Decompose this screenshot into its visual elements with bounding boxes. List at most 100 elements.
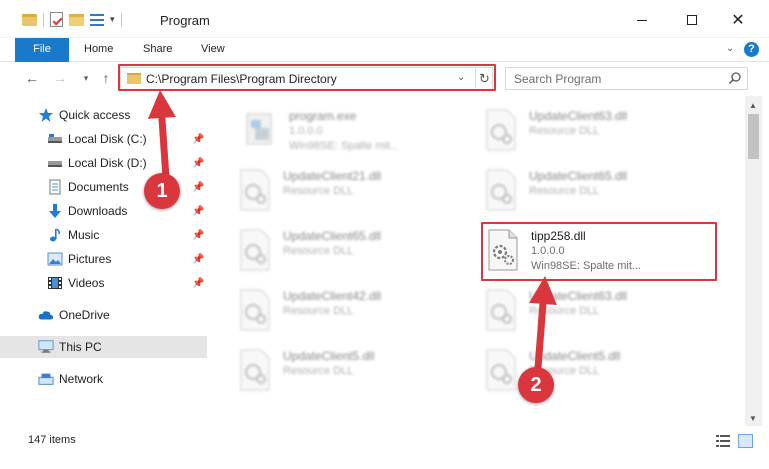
file-item[interactable]: UpdateClient65.dll Resource DLL	[237, 226, 477, 282]
file-item[interactable]: UpdateClient63.dll Resource DLL	[483, 286, 723, 342]
sidebar-item-quick-access[interactable]: Quick access	[0, 104, 207, 126]
ribbon: File Home Share View ⌄ ?	[0, 38, 769, 94]
customize-toolbar-icon[interactable]: ▾	[110, 14, 115, 25]
file-description: Win98SE: Spalte mit...	[289, 140, 400, 152]
minimize-icon	[637, 19, 647, 21]
callout-badge-one: 1	[144, 173, 180, 209]
address-path[interactable]: C:\Program Files\Program Directory	[146, 72, 337, 86]
file-name: UpdateClient65.dll	[283, 229, 382, 243]
sidebar-item-label: This PC	[59, 340, 102, 354]
pin-icon[interactable]: 📌	[192, 254, 204, 265]
sidebar-item-local-disk-d[interactable]: Local Disk (D:) 📌	[0, 152, 207, 174]
sidebar-item-label: OneDrive	[59, 308, 110, 322]
dll-file-icon	[240, 169, 270, 211]
status-bar: 147 items	[0, 426, 769, 454]
sidebar-item-local-disk-c[interactable]: Local Disk (C:) 📌	[0, 128, 207, 150]
sidebar-item-videos[interactable]: Videos 📌	[0, 272, 207, 294]
expand-ribbon-icon[interactable]: ⌄	[726, 43, 734, 54]
sidebar-item-label: Documents	[68, 180, 129, 194]
sidebar-item-label: Network	[59, 372, 104, 386]
file-type: Resource DLL	[283, 305, 354, 317]
sidebar-item-pictures[interactable]: Pictures 📌	[0, 248, 207, 270]
callout-badge-two: 2	[518, 367, 554, 403]
address-bar[interactable]: C:\Program Files\Program Directory ⌄ ↻	[120, 67, 493, 90]
close-button[interactable]: ✕	[716, 6, 760, 34]
sidebar-item-label: Downloads	[68, 204, 128, 218]
computer-icon	[38, 339, 54, 355]
up-button[interactable]: ↑	[98, 70, 114, 86]
file-version: 1.0.0.0	[531, 245, 565, 257]
file-name: UpdateClient42.dll	[283, 289, 382, 303]
folder-icon	[22, 13, 37, 26]
drive-icon	[47, 131, 63, 147]
pin-icon[interactable]: 📌	[192, 230, 204, 241]
file-name: UpdateClient5.dll	[529, 349, 621, 363]
file-name: UpdateClient21.dll	[283, 169, 382, 183]
maximize-button[interactable]	[670, 6, 714, 34]
navigation-bar: ← → ▾ ↑ C:\Program Files\Program Directo…	[0, 62, 769, 96]
details-view-icon[interactable]	[716, 435, 730, 447]
file-version: 1.0.0.0	[289, 125, 323, 137]
tab-home[interactable]: Home	[84, 38, 113, 62]
file-description: Win98SE: Spalte mit...	[531, 260, 642, 272]
toolbar-divider	[43, 12, 44, 27]
tiles-view-icon[interactable]	[738, 434, 753, 448]
pin-icon[interactable]: 📌	[192, 206, 204, 217]
pin-icon[interactable]: 📌	[192, 182, 204, 193]
toolbar-divider	[120, 12, 122, 27]
search-input[interactable]	[514, 71, 724, 86]
file-type: Resource DLL	[529, 305, 600, 317]
file-type: Resource DLL	[283, 245, 354, 257]
back-button[interactable]: ←	[24, 70, 40, 86]
star-icon	[38, 107, 54, 123]
documents-icon	[47, 179, 63, 195]
file-item[interactable]: UpdateClient5.dll Resource DLL	[237, 346, 477, 402]
search-box[interactable]	[505, 67, 748, 90]
file-item-tipp258[interactable]: tipp258.dll 1.0.0.0 Win98SE: Spalte mit.…	[485, 226, 725, 282]
dll-file-icon	[240, 349, 270, 391]
file-item[interactable]: UpdateClient63.dll Resource DLL	[483, 106, 723, 162]
refresh-icon[interactable]: ↻	[475, 69, 493, 88]
tab-view[interactable]: View	[201, 38, 225, 62]
help-icon[interactable]: ?	[744, 42, 759, 57]
file-list: program.exe 1.0.0.0 Win98SE: Spalte mit.…	[209, 96, 745, 416]
file-name: UpdateClient65.dll	[529, 169, 628, 183]
dll-file-icon	[486, 109, 516, 151]
scroll-down-icon[interactable]: ▼	[749, 414, 757, 423]
recent-locations-icon[interactable]: ▾	[78, 70, 94, 86]
pin-icon[interactable]: 📌	[192, 278, 204, 289]
minimize-button[interactable]	[620, 6, 664, 34]
tab-share[interactable]: Share	[143, 38, 172, 62]
sidebar-item-network[interactable]: Network	[0, 368, 207, 390]
search-icon[interactable]	[728, 71, 742, 85]
folder-icon	[127, 73, 141, 84]
file-item[interactable]: UpdateClient42.dll Resource DLL	[237, 286, 477, 342]
music-icon	[47, 227, 63, 243]
file-item[interactable]: UpdateClient5.dll Resource DLL	[483, 346, 723, 402]
sidebar-item-label: Videos	[68, 276, 105, 290]
scrollbar-thumb[interactable]	[748, 114, 759, 159]
file-item[interactable]: UpdateClient65.dll Resource DLL	[483, 166, 723, 222]
sidebar-item-label: Quick access	[59, 108, 131, 122]
dll-file-icon	[240, 229, 270, 271]
vertical-scrollbar[interactable]: ▲ ▼	[745, 96, 762, 426]
title-bar: ▾ Program ✕	[0, 0, 769, 38]
scroll-up-icon[interactable]: ▲	[749, 101, 757, 110]
sidebar-item-onedrive[interactable]: OneDrive	[0, 304, 207, 326]
chevron-down-icon[interactable]: ⌄	[457, 72, 465, 83]
pin-icon[interactable]: 📌	[192, 158, 204, 169]
file-item[interactable]: program.exe 1.0.0.0 Win98SE: Spalte mit.…	[243, 106, 483, 162]
sidebar-item-this-pc[interactable]: This PC	[0, 336, 207, 358]
forward-button[interactable]: →	[52, 70, 68, 86]
properties-icon[interactable]	[50, 12, 63, 27]
sidebar-item-label: Local Disk (D:)	[68, 156, 147, 170]
dll-file-icon	[488, 229, 518, 271]
drive-icon	[47, 155, 63, 171]
exe-file-icon	[246, 113, 272, 145]
new-folder-icon[interactable]	[69, 13, 84, 26]
sidebar-item-music[interactable]: Music 📌	[0, 224, 207, 246]
pin-icon[interactable]: 📌	[192, 134, 204, 145]
file-item[interactable]: UpdateClient21.dll Resource DLL	[237, 166, 477, 222]
view-icon[interactable]	[90, 13, 104, 26]
sidebar-item-downloads[interactable]: Downloads 📌	[0, 200, 207, 222]
